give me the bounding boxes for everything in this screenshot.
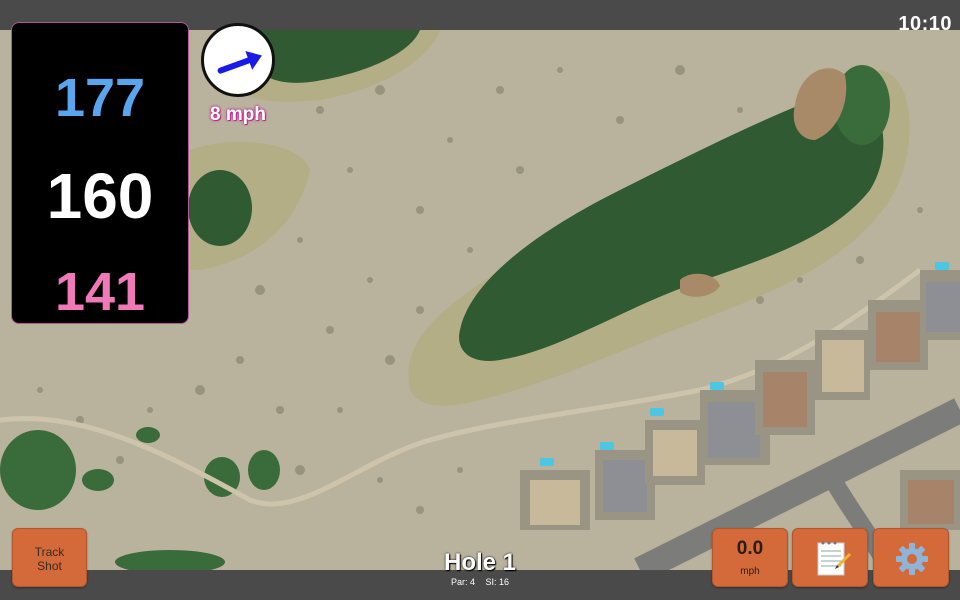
hole-title: Hole 1 [443, 549, 517, 576]
settings-button[interactable] [873, 528, 949, 587]
hole-par: Par: 4 [450, 577, 475, 587]
middle-distance: 160 [46, 160, 154, 232]
wind-direction-arrow-icon [217, 50, 262, 74]
distance-panel: 177 160 141 [11, 22, 189, 324]
notepad-icon [817, 541, 851, 576]
back-distance: 177 [54, 68, 146, 128]
gear-icon [896, 543, 928, 575]
track-shot-button[interactable]: Track Shot [12, 528, 87, 587]
hole-info: Par: 4 SI: 16 [380, 577, 580, 587]
speed-button[interactable]: 0.0 mph [712, 528, 788, 587]
wind-indicator [201, 23, 275, 97]
wind-speed: 8 mph [210, 104, 266, 125]
speed-value: 0.0 [736, 538, 764, 559]
track-shot-label: Track Shot [34, 545, 65, 573]
notes-button[interactable] [792, 528, 868, 587]
front-distance: 141 [54, 262, 146, 322]
speed-unit: mph [740, 566, 760, 577]
hole-stroke-index: SI: 16 [485, 577, 510, 587]
